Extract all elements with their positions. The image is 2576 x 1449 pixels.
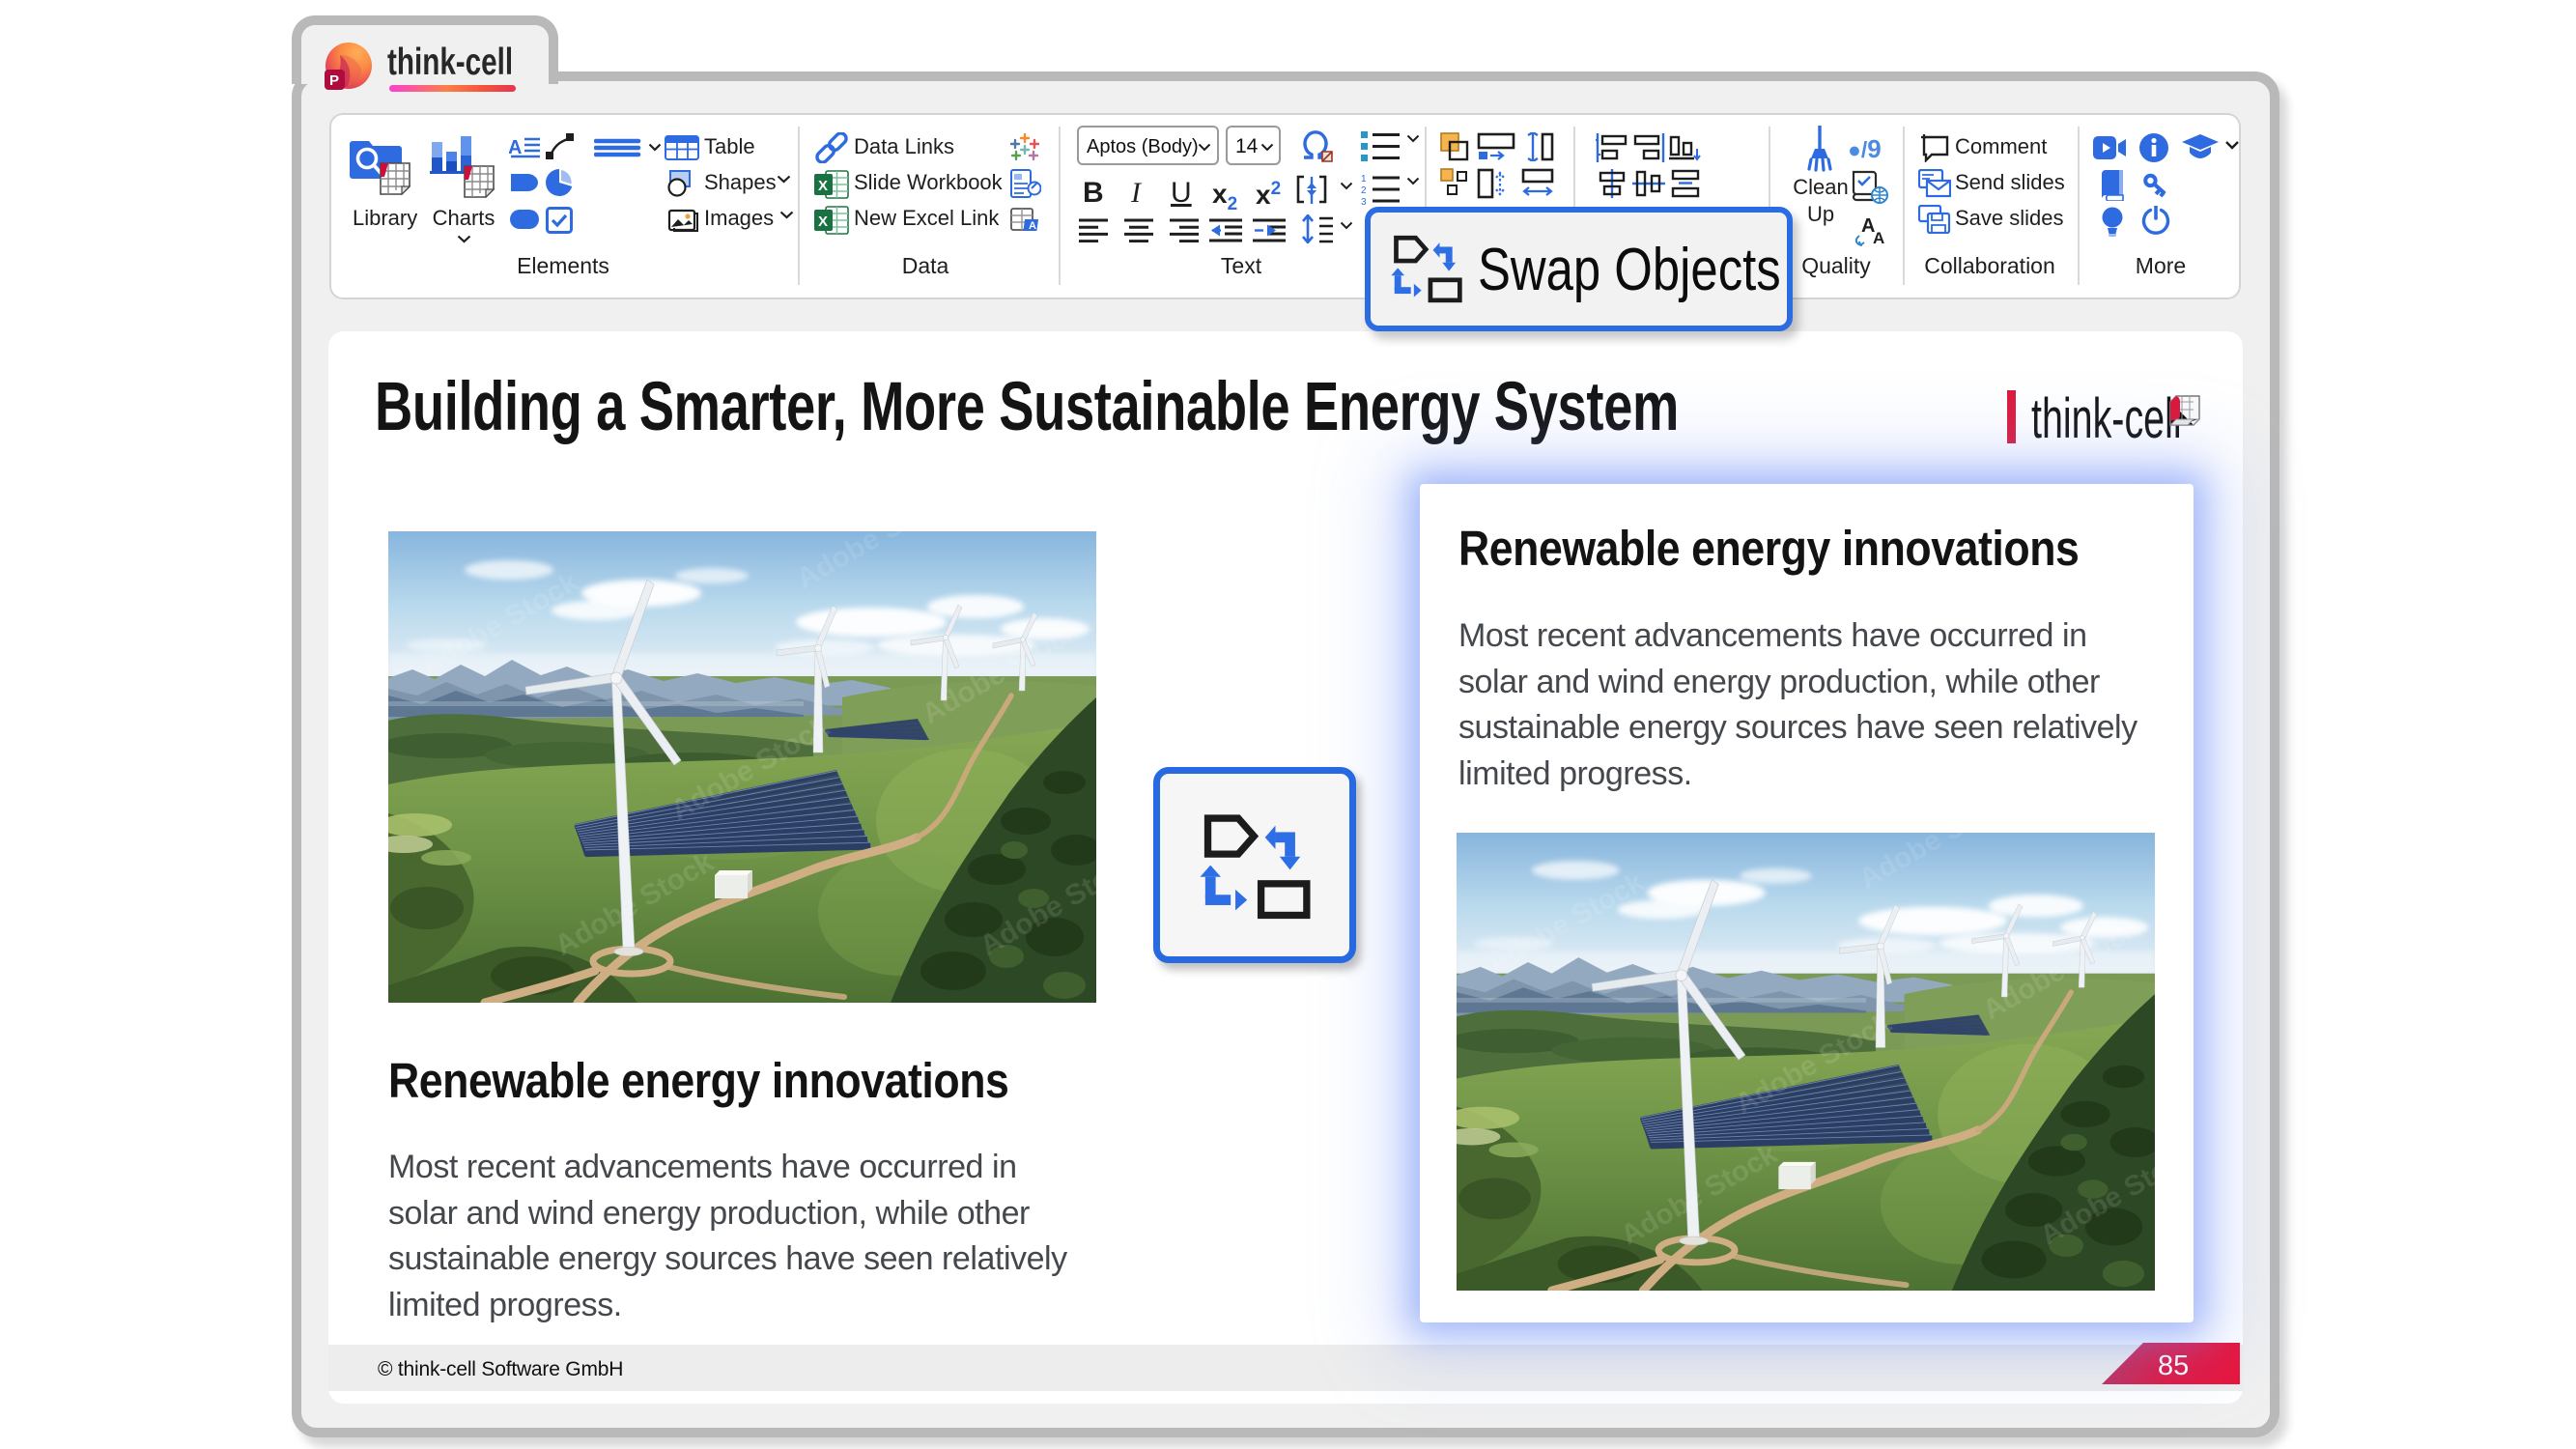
svg-text:P: P (329, 72, 339, 89)
svg-text:X: X (818, 213, 828, 230)
svg-text:2: 2 (1361, 185, 1367, 196)
svg-text:A: A (509, 137, 522, 158)
svg-text:X: X (818, 178, 828, 194)
svg-text:A: A (1029, 220, 1036, 232)
svg-text:1: 1 (1361, 174, 1367, 185)
svg-text:A: A (1873, 229, 1884, 247)
svg-text:3: 3 (1361, 197, 1367, 206)
